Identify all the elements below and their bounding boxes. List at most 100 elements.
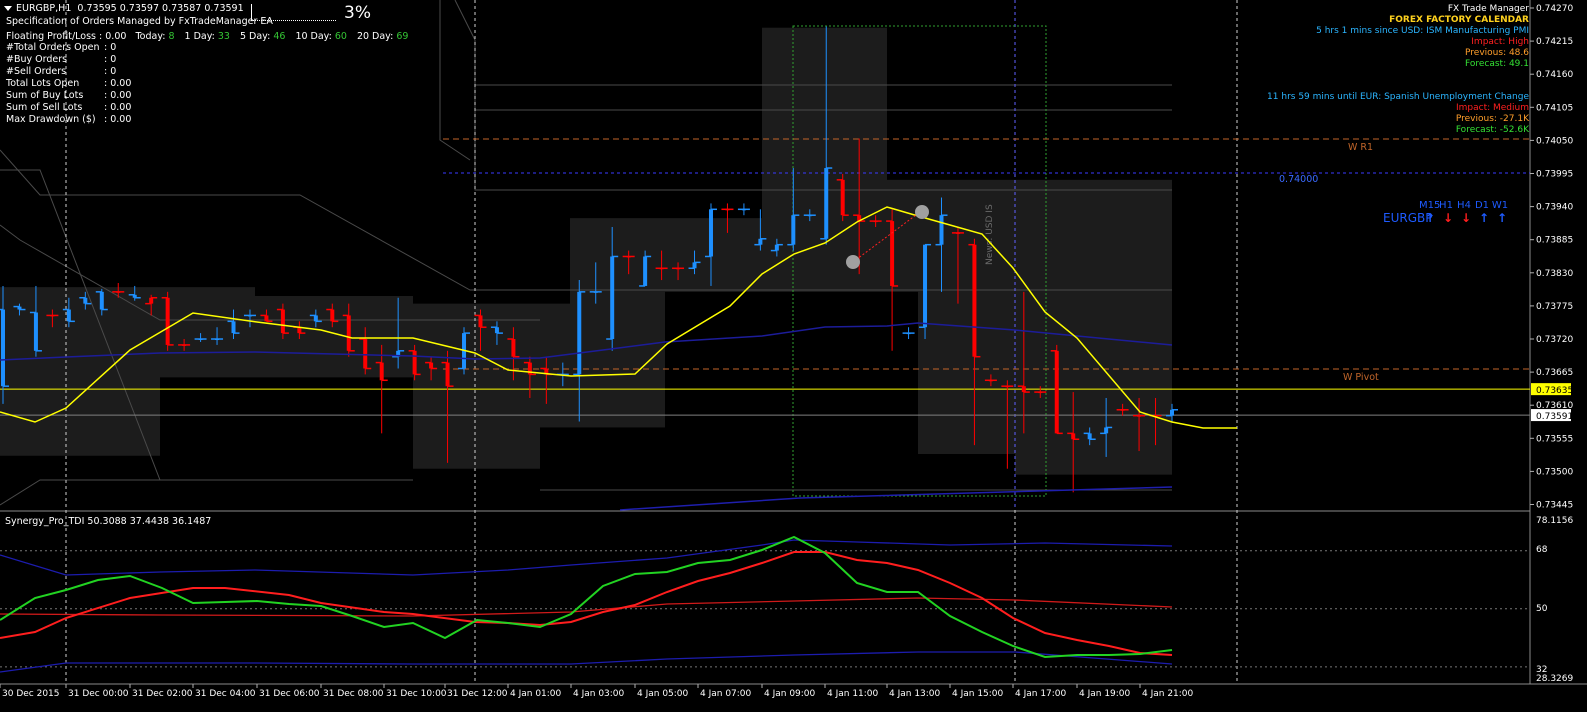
- stat-value: : 0.00: [104, 114, 132, 125]
- candle-body: [379, 362, 384, 381]
- period-value: 46: [273, 31, 286, 42]
- time-axis-label: 31 Dec 00:00: [68, 689, 129, 699]
- floating-label: Floating Profit/Loss: [6, 31, 96, 42]
- news-marker-label: News: USD IS: [985, 204, 995, 265]
- stat-label: #Buy Orders: [6, 54, 68, 65]
- period-2: 5 Day: 46: [240, 31, 285, 42]
- session-box: [1015, 179, 1172, 475]
- price-tick-label: 0.74105: [1536, 103, 1573, 113]
- candle-body: [824, 168, 829, 239]
- candle-body: [280, 309, 285, 334]
- candle-body: [33, 312, 38, 351]
- trade-entry-icon: [846, 255, 860, 269]
- candle-body: [478, 315, 483, 328]
- tdi-signal-line: [0, 551, 1173, 656]
- stat-value: : 0: [104, 66, 117, 77]
- event-2-previous: Previous: -27.1K: [1455, 114, 1529, 124]
- stat-value: : 0.00: [104, 90, 132, 101]
- arrow-up-icon: ↑: [1424, 211, 1436, 225]
- indicator-title: Synergy_Pro_TDI 50.3088 37.4438 36.1487: [5, 516, 212, 527]
- profit-row: Floating Profit/Loss : 0.00 Today: 8 1 Da…: [6, 31, 418, 42]
- session-box: [762, 27, 887, 292]
- time-axis-label: 4 Jan 15:00: [952, 689, 1004, 699]
- timeframe-h1: H1: [1439, 200, 1453, 211]
- event-1-impact: Impact: High: [1471, 37, 1529, 47]
- candle-body: [890, 221, 895, 286]
- stat-value: : 0.00: [104, 102, 132, 113]
- pair-label: EURGBP: [1383, 211, 1433, 225]
- price-tick-label: 0.73665: [1536, 368, 1573, 378]
- stat-label: Sum of Buy Lots: [6, 90, 84, 101]
- candle-body: [511, 339, 516, 357]
- candle-body: [99, 291, 104, 310]
- price-tick-label: 0.73940: [1536, 203, 1573, 213]
- time-axis-label: 4 Jan 03:00: [573, 689, 625, 699]
- time-axis-label: 4 Jan 21:00: [1142, 689, 1194, 699]
- stat-row: Max Drawdown ($): 0.00: [6, 114, 131, 126]
- candle-body: [758, 238, 763, 245]
- price-tick-label: 0.73555: [1536, 434, 1573, 444]
- candle-body: [708, 209, 713, 257]
- candle-body: [412, 350, 417, 375]
- time-axis-label: 31 Dec 08:00: [323, 689, 384, 699]
- session-box: [0, 287, 160, 456]
- period-label: 5 Day:: [239, 31, 274, 42]
- timeframe-m15: M15: [1419, 200, 1441, 211]
- percent-value: 3%: [344, 3, 371, 23]
- percent-scale-icon: [251, 4, 336, 21]
- period-label: 1 Day:: [184, 31, 218, 42]
- time-axis-label: 30 Dec 2015: [2, 689, 60, 699]
- price-tick-label: 0.74160: [1536, 70, 1573, 80]
- candle-body: [1054, 350, 1059, 434]
- wr1-label: W R1: [1348, 142, 1373, 153]
- session-box: [540, 303, 570, 428]
- session-box: [570, 218, 665, 428]
- tdi-upper-band: [0, 539, 1173, 576]
- period-value: 8: [168, 31, 175, 42]
- event-1-previous: Previous: 48.6: [1465, 48, 1529, 58]
- candle-body: [494, 327, 499, 334]
- time-axis-label: 31 Dec 06:00: [259, 689, 320, 699]
- stat-row: Sum of Sell Lots: 0.00: [6, 102, 131, 114]
- period-0: Today: 8: [135, 31, 174, 42]
- candle-body: [972, 244, 977, 357]
- candle-body: [1, 309, 5, 387]
- candle-body: [264, 315, 269, 322]
- price-tick-label: 0.74050: [1536, 136, 1573, 146]
- candle-body: [1104, 427, 1109, 434]
- price-tick-label: 0.73995: [1536, 170, 1573, 180]
- period-4: 20 Day: 69: [357, 31, 409, 42]
- candle-body: [165, 297, 170, 345]
- indicator-axis-label: 50: [1536, 604, 1548, 614]
- structure-line: [439, 0, 471, 161]
- price-tick-label: 0.74270: [1536, 4, 1573, 14]
- candle-body: [1021, 386, 1026, 393]
- yellow-level-tag-label: 0.73635: [1536, 386, 1573, 396]
- candle-body: [83, 297, 88, 304]
- time-axis-label: 4 Jan 11:00: [827, 689, 879, 699]
- price-tick-label: 0.73830: [1536, 269, 1573, 279]
- stat-label: #Total Orders Open: [6, 42, 100, 53]
- candle: [902, 327, 915, 340]
- trade-exit-icon: [915, 205, 929, 219]
- time-axis-label: 31 Dec 02:00: [132, 689, 193, 699]
- structure-line: [0, 479, 160, 506]
- arrow-up-icon: ↑: [1496, 211, 1508, 225]
- price-tick-label: 0.73445: [1536, 501, 1573, 511]
- symbol-label: EURGBP,H1: [16, 3, 72, 14]
- candle-body: [577, 291, 582, 375]
- timeframe-h4: H4: [1457, 200, 1471, 211]
- candle-body: [363, 339, 368, 369]
- round-level-label: 0.74000: [1279, 174, 1318, 185]
- time-axis-label: 31 Dec 12:00: [447, 689, 508, 699]
- floating-value: : 0.00: [99, 31, 127, 42]
- ohlc-values: 0.73595 0.73597 0.73587 0.73591: [77, 3, 244, 14]
- dropdown-icon[interactable]: [4, 6, 12, 11]
- candle-body: [429, 362, 434, 369]
- event-1-time: 5 hrs 1 mins since USD: ISM Manufacturin…: [1316, 26, 1529, 36]
- price-tick-label: 0.73885: [1536, 236, 1573, 246]
- period-value: 60: [334, 31, 347, 42]
- candle-body: [1170, 409, 1174, 416]
- timeframe-d1: D1: [1474, 200, 1490, 211]
- candle-body: [791, 215, 796, 245]
